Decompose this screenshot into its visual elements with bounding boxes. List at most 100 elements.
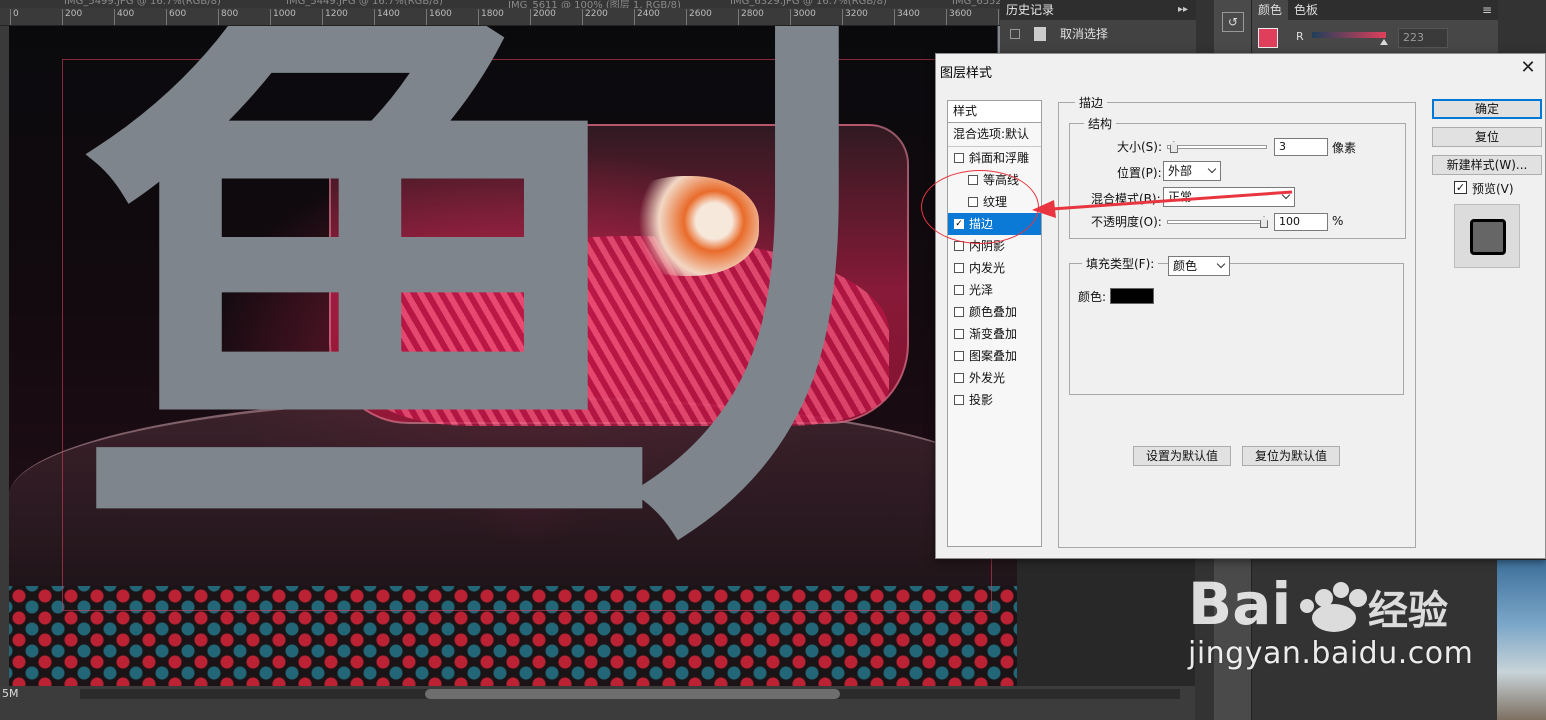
- history-icon[interactable]: ↺: [1222, 12, 1244, 32]
- ruler-tick: 1400: [374, 9, 400, 25]
- slider-thumb-icon[interactable]: [1380, 39, 1388, 45]
- stroke-color-swatch[interactable]: [1110, 288, 1154, 304]
- canvas-text-layer[interactable]: 鱼儿: [69, 26, 1017, 568]
- panel-expand-icon[interactable]: ▸▸: [1178, 0, 1188, 20]
- ok-button[interactable]: 确定: [1432, 99, 1542, 119]
- style-item[interactable]: 内阴影: [948, 235, 1041, 257]
- blend-options-item[interactable]: 混合选项:默认: [948, 123, 1041, 147]
- size-slider[interactable]: [1167, 141, 1267, 153]
- fill-type-select[interactable]: 颜色: [1168, 256, 1230, 276]
- horizontal-scrollbar[interactable]: [80, 689, 1180, 699]
- document-tab[interactable]: IMG_6552.JPG: [952, 0, 1000, 7]
- document-tab[interactable]: IMG_5499.JPG @ 16.7%(RGB/8): [64, 0, 221, 7]
- checkbox[interactable]: [954, 241, 964, 251]
- color-label: 颜色:: [1078, 290, 1107, 304]
- checkbox[interactable]: [954, 373, 964, 383]
- watermark-url: jingyan.baidu.com: [1188, 636, 1474, 671]
- style-item-label: 内发光: [969, 261, 1006, 275]
- document-canvas[interactable]: 鱼儿: [9, 26, 1017, 686]
- tab-color[interactable]: 颜色: [1252, 0, 1289, 20]
- photo-thumbnail-strip: [1497, 560, 1546, 720]
- document-tab[interactable]: IMG_5449.JPG @ 16.7%(RGB/8): [286, 0, 443, 7]
- style-item-label: 纹理: [983, 195, 1008, 209]
- ruler-tick: 2000: [530, 9, 556, 25]
- close-icon[interactable]: ✕: [1517, 57, 1539, 79]
- style-item[interactable]: 投影: [948, 389, 1041, 411]
- panel-menu-icon[interactable]: ≡: [1482, 0, 1492, 20]
- blend-mode-label: 混合模式(B):: [1091, 192, 1161, 206]
- position-select[interactable]: 外部: [1163, 161, 1221, 181]
- ruler-tick: 600: [166, 9, 186, 25]
- document-tab[interactable]: IMG_6329.JPG @ 16.7%(RGB/8): [730, 0, 887, 7]
- ruler-tick: 1800: [478, 9, 504, 25]
- document-tab[interactable]: IMG_5611 @ 100% (图层 1, RGB/8): [508, 0, 681, 8]
- ruler-tick: 2800: [738, 9, 764, 25]
- tab-swatches[interactable]: 色板: [1288, 0, 1324, 20]
- ruler-tick: 2400: [634, 9, 660, 25]
- set-default-button[interactable]: 设置为默认值: [1133, 446, 1231, 466]
- scrollbar-thumb[interactable]: [425, 689, 840, 699]
- ruler-tick: 3400: [894, 9, 920, 25]
- checkbox[interactable]: [954, 395, 964, 405]
- opacity-input[interactable]: 100: [1274, 213, 1328, 231]
- style-item[interactable]: 斜面和浮雕: [948, 147, 1041, 169]
- preview-checkbox[interactable]: ✓ 预览(V): [1454, 180, 1514, 197]
- document-tabs[interactable]: IMG_5499.JPG @ 16.7%(RGB/8) IMG_5449.JPG …: [0, 0, 1000, 8]
- slider-thumb-icon[interactable]: [1169, 141, 1178, 153]
- ruler-tick: 3600: [946, 9, 972, 25]
- red-channel-value[interactable]: 223: [1398, 28, 1448, 48]
- checkbox[interactable]: [954, 263, 964, 273]
- blend-mode-value: 正常: [1168, 190, 1193, 204]
- style-item[interactable]: 纹理: [948, 191, 1041, 213]
- ruler-tick: 3200: [842, 9, 868, 25]
- opacity-unit: %: [1332, 214, 1344, 228]
- foreground-color-swatch[interactable]: [1258, 28, 1278, 48]
- opacity-label: 不透明度(O):: [1091, 215, 1162, 229]
- fill-type-value: 颜色: [1173, 259, 1198, 273]
- ruler-tick: 400: [114, 9, 134, 25]
- checkbox[interactable]: [954, 351, 964, 361]
- opacity-slider[interactable]: [1167, 216, 1268, 228]
- checkbox[interactable]: [954, 329, 964, 339]
- style-item[interactable]: 光泽: [948, 279, 1041, 301]
- ruler-tick: 3000: [790, 9, 816, 25]
- checkbox[interactable]: [968, 175, 978, 185]
- history-panel: 历史记录 ▸▸ 取消选择: [1000, 0, 1196, 60]
- baidu-jingyan-watermark: Bai 经验 jingyan.baidu.com: [1184, 554, 1473, 684]
- style-item[interactable]: 颜色叠加: [948, 301, 1041, 323]
- size-input[interactable]: 3: [1274, 138, 1328, 156]
- style-item[interactable]: 等高线: [948, 169, 1041, 191]
- history-panel-title[interactable]: 历史记录: [1000, 0, 1196, 20]
- checkbox[interactable]: [954, 285, 964, 295]
- style-item[interactable]: 外发光: [948, 367, 1041, 389]
- color-panel: 颜色 色板 ≡ R 223: [1252, 0, 1498, 60]
- slider-thumb-icon[interactable]: [1260, 216, 1268, 228]
- canvas-status-bar: 5M: [0, 686, 1195, 720]
- position-label: 位置(P):: [1117, 166, 1162, 180]
- checkbox[interactable]: [954, 153, 964, 163]
- stroke-group-title: 描边: [1075, 94, 1108, 111]
- check-icon[interactable]: ✓: [1454, 181, 1467, 194]
- history-row[interactable]: 取消选择: [1000, 20, 1196, 48]
- style-item-label: 投影: [969, 393, 994, 407]
- red-channel-slider[interactable]: [1312, 32, 1386, 38]
- styles-header[interactable]: 样式: [948, 101, 1041, 123]
- new-style-button[interactable]: 新建样式(W)...: [1432, 155, 1542, 175]
- style-item-label: 渐变叠加: [969, 327, 1018, 341]
- style-item[interactable]: ✓ 描边: [948, 213, 1041, 235]
- chevron-down-icon: [1281, 190, 1291, 200]
- document-icon: [1034, 27, 1046, 41]
- checkbox[interactable]: [968, 197, 978, 207]
- style-item-label: 等高线: [983, 173, 1020, 187]
- style-item[interactable]: 图案叠加: [948, 345, 1041, 367]
- style-item[interactable]: 内发光: [948, 257, 1041, 279]
- style-item[interactable]: 渐变叠加: [948, 323, 1041, 345]
- style-item-label: 内阴影: [969, 239, 1006, 253]
- reset-default-button[interactable]: 复位为默认值: [1242, 446, 1340, 466]
- checkbox[interactable]: [954, 307, 964, 317]
- ruler-tick: 0: [10, 9, 19, 25]
- check-icon[interactable]: ✓: [954, 219, 964, 229]
- blend-mode-select[interactable]: 正常: [1163, 187, 1295, 207]
- history-checkbox[interactable]: [1010, 29, 1020, 39]
- reset-button[interactable]: 复位: [1432, 127, 1542, 147]
